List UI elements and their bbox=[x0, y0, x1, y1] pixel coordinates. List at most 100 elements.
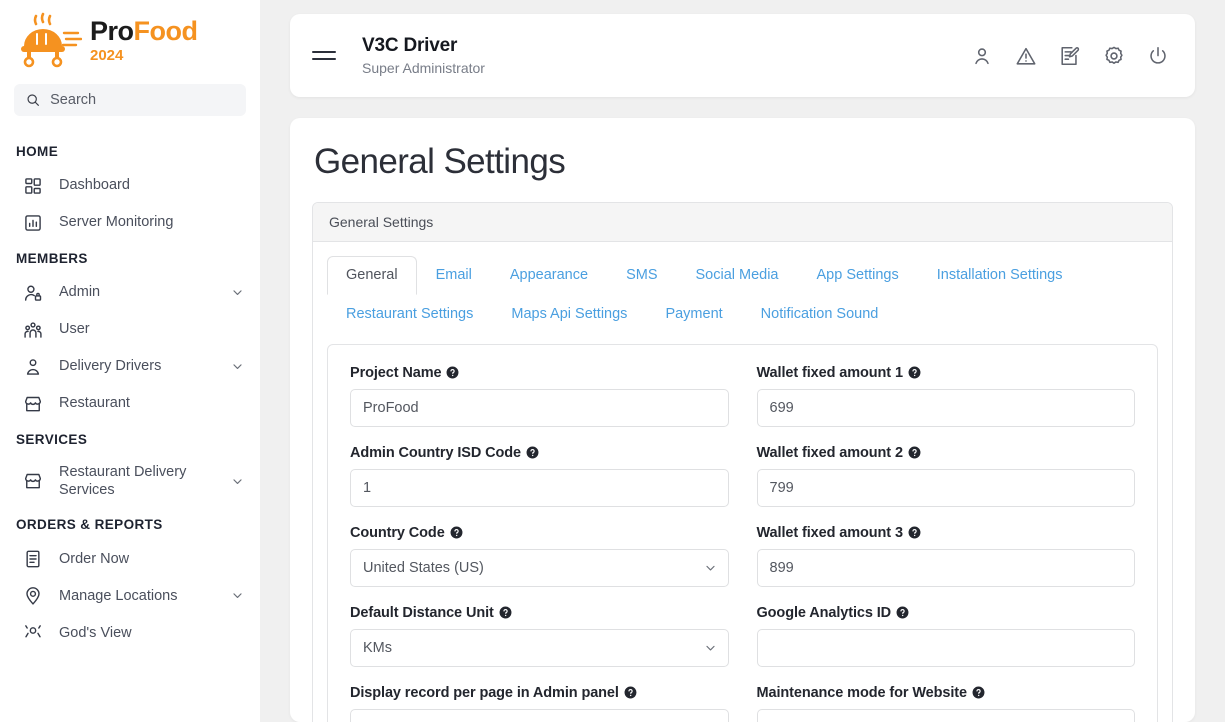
tab-installation-settings[interactable]: Installation Settings bbox=[918, 256, 1082, 295]
field-label-wallet-fixed-amount-3: Wallet fixed amount 3 bbox=[757, 525, 1136, 541]
eye-icon bbox=[22, 622, 43, 643]
sidebar-item-dashboard[interactable]: Dashboard bbox=[0, 167, 260, 204]
sidebar-item-god-s-view[interactable]: God's View bbox=[0, 614, 260, 651]
field-country-code: Country Code United States (US) bbox=[350, 525, 729, 587]
field-label-text: Google Analytics ID bbox=[756, 604, 892, 621]
sidebar-item-user[interactable]: User bbox=[0, 311, 260, 348]
search-input[interactable] bbox=[50, 92, 234, 108]
store-icon bbox=[22, 393, 43, 414]
nav-section-orders-reports: ORDERS & REPORTS bbox=[16, 517, 163, 533]
google-analytics-id-input[interactable] bbox=[756, 628, 1135, 667]
sidebar-item-label: Restaurant Delivery Services bbox=[59, 464, 187, 499]
tab-appearance[interactable]: Appearance bbox=[491, 256, 607, 295]
help-circle-icon[interactable] bbox=[972, 686, 985, 699]
profile-icon[interactable] bbox=[970, 44, 993, 67]
field-project-name: Project Name bbox=[350, 365, 729, 427]
field-label-google-analytics-id: Google Analytics ID bbox=[757, 605, 1136, 621]
default-distance-unit-select[interactable]: KMsMiles bbox=[350, 628, 729, 667]
help-circle-icon[interactable] bbox=[446, 366, 459, 379]
topbar-title: V3C Driver bbox=[362, 35, 458, 56]
brand-logo[interactable]: ProFood 2024 bbox=[0, 0, 260, 80]
hamburger-line bbox=[312, 51, 336, 53]
wallet-fixed-amount-1-input[interactable] bbox=[756, 388, 1135, 427]
nav-section-services: SERVICES bbox=[16, 432, 88, 447]
settings-form-grid: Project Name Wallet fixed amount 1 Admin C… bbox=[350, 365, 1135, 722]
field-label-text: Wallet fixed amount 2 bbox=[756, 444, 904, 461]
field-wallet-fixed-amount-3: Wallet fixed amount 3 bbox=[756, 525, 1136, 587]
wallet-fixed-amount-3-input[interactable] bbox=[756, 548, 1135, 587]
field-google-analytics-id: Google Analytics ID bbox=[756, 605, 1136, 667]
project-name-input[interactable] bbox=[350, 388, 729, 427]
tab-notification-sound[interactable]: Notification Sound bbox=[742, 295, 898, 334]
sidebar-item-label: User bbox=[59, 321, 90, 338]
warning-icon[interactable] bbox=[1014, 44, 1037, 67]
chevron-down-icon[interactable] bbox=[231, 360, 244, 373]
tab-sms[interactable]: SMS bbox=[607, 256, 676, 295]
sidebar-item-label: Order Now bbox=[59, 550, 130, 567]
help-circle-icon[interactable] bbox=[908, 366, 921, 379]
brand-year: 2024 bbox=[90, 46, 124, 64]
tab-payment[interactable]: Payment bbox=[646, 295, 741, 334]
field-label-text: Project Name bbox=[350, 364, 442, 381]
tab-maps-api-settings[interactable]: Maps Api Settings bbox=[492, 295, 646, 334]
tab-general[interactable]: General bbox=[327, 256, 417, 296]
edit-document-icon[interactable] bbox=[1058, 44, 1081, 67]
field-label-project-name: Project Name bbox=[350, 365, 729, 381]
tab-social-media[interactable]: Social Media bbox=[676, 256, 797, 295]
app-root: ProFood 2024 HOME Dashboard Server Monitor… bbox=[0, 0, 1225, 722]
chevron-down-icon[interactable] bbox=[231, 286, 244, 299]
chevron-down-icon[interactable] bbox=[231, 589, 244, 602]
panel-header: General Settings bbox=[313, 203, 1172, 242]
chevron-down-icon[interactable] bbox=[231, 475, 244, 488]
help-circle-icon[interactable] bbox=[624, 686, 637, 699]
power-icon[interactable] bbox=[1146, 44, 1169, 67]
sidebar-item-server-monitoring[interactable]: Server Monitoring bbox=[0, 204, 260, 241]
topbar-actions bbox=[970, 44, 1169, 67]
hamburger-line bbox=[312, 58, 336, 60]
map-pin-icon bbox=[22, 585, 43, 606]
select-wrapper-maintenance-mode-website: NoYes bbox=[756, 708, 1135, 722]
records-per-page-input[interactable] bbox=[350, 708, 729, 722]
tab-restaurant-settings[interactable]: Restaurant Settings bbox=[327, 295, 492, 334]
field-default-distance-unit: Default Distance Unit KMsMiles bbox=[350, 605, 729, 667]
help-circle-icon[interactable] bbox=[499, 606, 512, 619]
field-label-wallet-fixed-amount-1: Wallet fixed amount 1 bbox=[757, 365, 1136, 381]
chart-box-icon bbox=[22, 212, 43, 233]
wallet-fixed-amount-2-input[interactable] bbox=[756, 468, 1135, 507]
field-wallet-fixed-amount-2: Wallet fixed amount 2 bbox=[756, 444, 1135, 507]
document-list-icon bbox=[22, 548, 43, 569]
sidebar-item-label: Delivery Drivers bbox=[59, 358, 162, 375]
tab-email[interactable]: Email bbox=[417, 256, 491, 295]
help-circle-icon[interactable] bbox=[896, 606, 909, 619]
field-label-text: Country Code bbox=[350, 524, 445, 541]
gear-icon[interactable] bbox=[1102, 44, 1125, 67]
field-label-text: Maintenance mode for Website bbox=[756, 684, 968, 701]
field-label-text: Wallet fixed amount 3 bbox=[756, 524, 904, 541]
help-circle-icon[interactable] bbox=[908, 446, 921, 459]
sidebar-item-restaurant-delivery-services[interactable]: Restaurant Delivery Services bbox=[0, 455, 260, 507]
sidebar-item-admin[interactable]: Admin bbox=[0, 274, 260, 311]
help-circle-icon[interactable] bbox=[908, 526, 921, 539]
country-code-select[interactable]: United States (US) bbox=[350, 548, 729, 587]
tab-app-settings[interactable]: App Settings bbox=[798, 256, 918, 295]
field-label-text: Admin Country ISD Code bbox=[350, 444, 521, 461]
sidebar-search[interactable] bbox=[14, 84, 246, 116]
sidebar-nav: HOME Dashboard Server Monitoring MEMBERS Adm… bbox=[0, 134, 260, 651]
hamburger-icon[interactable] bbox=[312, 43, 338, 69]
select-wrapper-default-distance-unit: KMsMiles bbox=[350, 628, 729, 667]
sidebar-item-label: Server Monitoring bbox=[59, 214, 174, 231]
sidebar-item-manage-locations[interactable]: Manage Locations bbox=[0, 577, 260, 614]
maintenance-mode-website-select[interactable]: NoYes bbox=[756, 708, 1135, 722]
field-label-text: Display record per page in Admin panel bbox=[350, 684, 619, 701]
help-circle-icon[interactable] bbox=[450, 526, 463, 539]
sidebar-item-order-now[interactable]: Order Now bbox=[0, 540, 260, 577]
admin-country-isd-code-input[interactable] bbox=[350, 468, 729, 507]
brand-name-part2: Food bbox=[133, 15, 198, 46]
field-admin-country-isd-code: Admin Country ISD Code bbox=[350, 445, 729, 507]
panel-body: General Email Appearance SMS Social Media App… bbox=[313, 242, 1172, 722]
help-circle-icon[interactable] bbox=[526, 446, 539, 459]
sidebar-item-delivery-drivers[interactable]: Delivery Drivers bbox=[0, 348, 260, 385]
person-icon bbox=[22, 356, 43, 377]
field-maintenance-mode-website: Maintenance mode for Website NoYes bbox=[756, 684, 1135, 722]
sidebar-item-restaurant[interactable]: Restaurant bbox=[0, 385, 260, 422]
